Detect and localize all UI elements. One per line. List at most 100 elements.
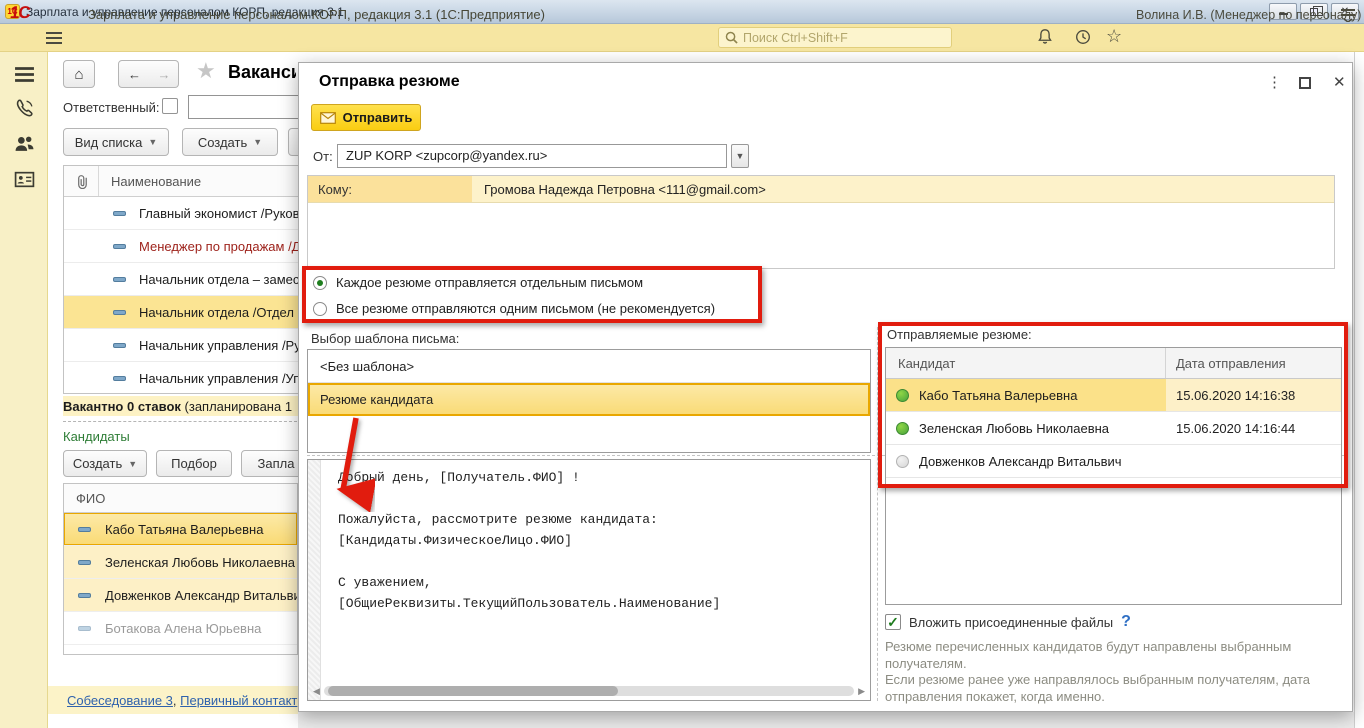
- sending-row-selected[interactable]: Кабо Татьяна Валерьевна 15.06.2020 14:16…: [886, 379, 1341, 412]
- vacancy-row[interactable]: Начальник управления /Рук: [64, 329, 298, 362]
- template-row-none[interactable]: <Без шаблона>: [308, 350, 870, 383]
- interview-link[interactable]: Собеседование 3: [67, 693, 173, 708]
- recipient-row[interactable]: Кому: Громова Надежда Петровна <111@gmai…: [308, 176, 1334, 203]
- selection-label: Подбор: [171, 456, 217, 471]
- responsible-label: Ответственный:: [63, 100, 160, 115]
- fio-column-header: ФИО: [76, 490, 106, 506]
- status-sent-icon: [896, 421, 909, 435]
- maximize-icon[interactable]: [1299, 77, 1311, 89]
- sending-table-header[interactable]: Кандидат Дата отправления: [886, 348, 1341, 379]
- favorites-star-icon[interactable]: ☆: [1106, 26, 1122, 47]
- vacancy-state-icon: [113, 276, 126, 282]
- close-dialog-icon[interactable]: ✕: [1333, 73, 1346, 91]
- create-candidate-button[interactable]: Создать ▼: [63, 450, 147, 477]
- sending-candidate-name: Зеленская Любовь Николаевна: [919, 420, 1110, 436]
- candidates-card-icon[interactable]: [14, 169, 35, 190]
- from-dropdown-button[interactable]: ▼: [731, 144, 749, 168]
- candidate-row[interactable]: Довженков Александр Витальвич: [64, 579, 297, 612]
- vacancy-row[interactable]: Главный экономист /Руково: [64, 197, 298, 230]
- radio-unselected-icon[interactable]: [313, 301, 327, 316]
- vacancy-note: Вакантно 0 ставок (запланирована 1: [63, 396, 298, 416]
- vacancy-row[interactable]: Менеджер по продажам /Ди: [64, 230, 298, 263]
- candidate-column-header: Кандидат: [886, 348, 1166, 378]
- vacancy-note-bold: Вакантно 0 ставок: [63, 398, 181, 414]
- sending-candidate-name: Довженков Александр Витальвич: [919, 453, 1122, 469]
- vacancy-note-rest: (запланирована 1: [180, 398, 293, 414]
- template-label: Выбор шаблона письма:: [311, 331, 460, 346]
- chevron-down-icon: ▼: [128, 458, 138, 469]
- candidates-list-header[interactable]: ФИО: [64, 484, 297, 513]
- current-user[interactable]: Волина И.В. (Менеджер по персоналу): [1136, 8, 1361, 22]
- sending-resumes-label: Отправляемые резюме:: [887, 327, 1032, 342]
- template-list: <Без шаблона> Резюме кандидата: [307, 349, 871, 453]
- scrollbar-track[interactable]: [324, 686, 854, 696]
- global-search[interactable]: [718, 27, 952, 48]
- vacancy-row[interactable]: Начальник управления /Упр: [64, 362, 298, 393]
- name-column-header: Наименование: [111, 173, 202, 189]
- vacancy-row-selected[interactable]: Начальник отдела /Отдел ра: [64, 296, 298, 329]
- message-body[interactable]: Добрый день, [Получатель.ФИО] ! Пожалуйс…: [307, 459, 871, 701]
- home-button[interactable]: ⌂: [63, 60, 95, 88]
- vacancy-state-icon: [113, 243, 126, 249]
- notifications-bell-icon[interactable]: [1036, 28, 1054, 46]
- scroll-left-icon[interactable]: ◀: [313, 685, 320, 697]
- phone-calls-icon[interactable]: [14, 98, 35, 119]
- scrollbar-thumb[interactable]: [328, 686, 618, 696]
- radio-label: Каждое резюме отправляется отдельным пис…: [336, 275, 644, 290]
- sending-row[interactable]: Довженков Александр Витальвич: [886, 445, 1341, 478]
- search-input[interactable]: [743, 30, 945, 45]
- service-menu-icon[interactable]: [1340, 8, 1356, 22]
- vacancy-state-icon: [113, 342, 126, 348]
- scroll-right-icon[interactable]: ▶: [858, 685, 865, 697]
- radio-selected-icon[interactable]: [313, 275, 327, 290]
- sending-date: [1166, 445, 1341, 477]
- vacancies-list-header[interactable]: Наименование: [64, 166, 298, 197]
- sending-row[interactable]: Зеленская Любовь Николаевна 15.06.2020 1…: [886, 412, 1341, 445]
- view-list-label: Вид списка: [74, 134, 143, 150]
- create-vacancy-button[interactable]: Создать ▼: [182, 128, 278, 156]
- form-footer-area: [298, 712, 1364, 728]
- vacancy-name: Менеджер по продажам /Ди: [139, 238, 298, 254]
- radio-option-single[interactable]: Все резюме отправляются одним письмом (н…: [313, 301, 715, 316]
- first-contact-link[interactable]: Первичный контакт: [180, 693, 297, 708]
- candidate-row[interactable]: Зеленская Любовь Николаевна: [64, 546, 297, 579]
- candidate-row[interactable]: Ботакова Алена Юрьевна: [64, 612, 297, 645]
- more-actions-icon[interactable]: ⋮: [1267, 73, 1282, 91]
- candidate-name: Зеленская Любовь Николаевна: [105, 554, 296, 570]
- candidate-name: Довженков Александр Витальвич: [105, 587, 298, 603]
- from-field[interactable]: ZUP KORP <zupcorp@yandex.ru>: [337, 144, 727, 168]
- candidate-row-selected[interactable]: Кабо Татьяна Валерьевна: [64, 513, 297, 546]
- responsible-checkbox[interactable]: [162, 98, 178, 114]
- splitter-vertical[interactable]: [877, 327, 878, 701]
- send-button[interactable]: Отправить: [311, 104, 421, 131]
- vacancy-name: Начальник отдела – замест: [139, 271, 298, 287]
- vacancy-name: Начальник управления /Упр: [139, 370, 298, 386]
- chevron-down-icon: ▼: [253, 137, 263, 147]
- attach-checkbox-checked[interactable]: ✓: [885, 614, 901, 630]
- note-line: Если резюме ранее уже направлялось выбра…: [885, 672, 1311, 704]
- view-list-button[interactable]: Вид списка ▼: [63, 128, 169, 156]
- history-clock-icon[interactable]: [1074, 28, 1092, 46]
- sections-menu-icon[interactable]: [14, 64, 35, 85]
- radio-option-separate[interactable]: Каждое резюме отправляется отдельным пис…: [313, 275, 643, 290]
- help-link[interactable]: ?: [1121, 613, 1131, 631]
- selection-button[interactable]: Подбор: [156, 450, 232, 477]
- back-button[interactable]: ←: [118, 60, 151, 88]
- message-line: Пожалуйста, рассмотрите резюме кандидата…: [338, 512, 658, 527]
- vacancy-state-icon: [113, 210, 126, 216]
- forward-button[interactable]: →: [150, 60, 179, 88]
- horizontal-scrollbar[interactable]: ◀ ▶: [311, 685, 867, 697]
- paperclip-icon: [78, 174, 87, 189]
- to-label: Кому:: [308, 176, 472, 202]
- sending-candidate-name: Кабо Татьяна Валерьевна: [919, 387, 1078, 403]
- main-menu-icon[interactable]: [46, 32, 62, 44]
- employees-icon[interactable]: [14, 133, 35, 154]
- candidates-section-title: Кандидаты: [63, 429, 130, 444]
- favorite-page-star-icon[interactable]: ★: [196, 58, 216, 84]
- vacancy-row[interactable]: Начальник отдела – замест: [64, 263, 298, 296]
- status-sent-icon: [896, 388, 909, 402]
- template-row-selected[interactable]: Резюме кандидата: [308, 383, 870, 416]
- dialog-title: Отправка резюме: [319, 73, 460, 90]
- create-label: Создать: [197, 134, 248, 150]
- message-line: С уважением,: [338, 575, 432, 590]
